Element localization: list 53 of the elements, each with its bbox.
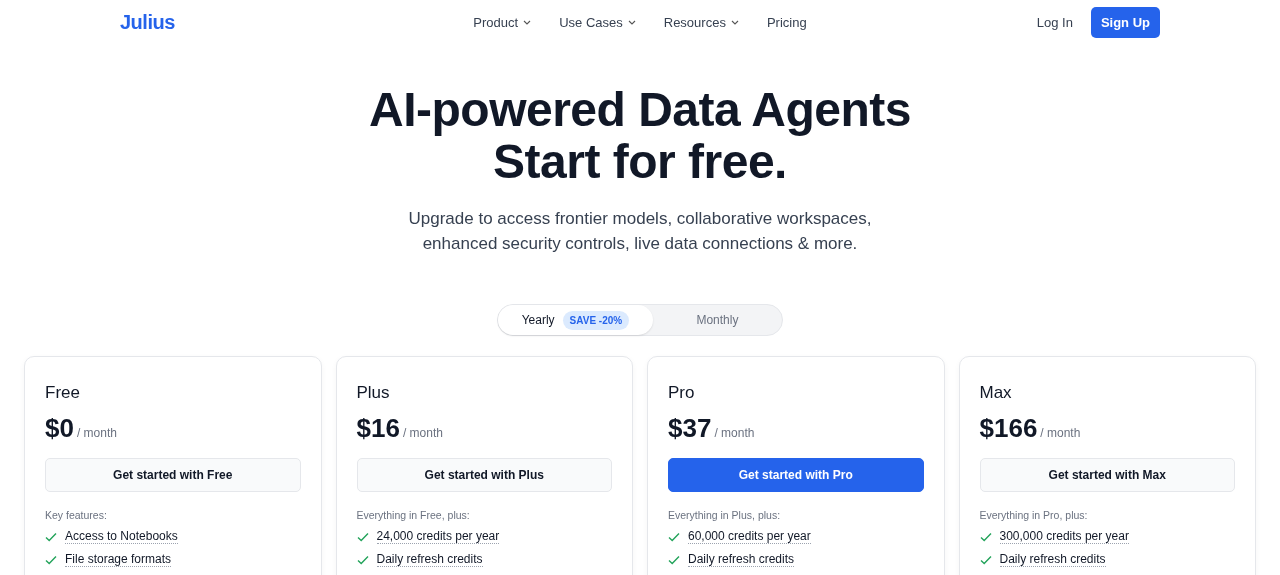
billing-label: Yearly <box>521 313 555 327</box>
check-icon <box>979 554 992 565</box>
chevron-down-icon <box>523 19 532 25</box>
get-started-button[interactable]: Get started with Plus <box>356 458 612 492</box>
check-icon <box>45 531 57 542</box>
nav-link[interactable]: Product <box>473 14 532 30</box>
hero-subtitle: Upgrade to access frontier models, collaborative workspaces, enhanced security controls, live data connections & more. <box>407 208 873 255</box>
price-period: / month <box>76 426 117 440</box>
billing-option[interactable]: Monthly <box>652 305 782 335</box>
check-icon <box>45 554 57 565</box>
price-period: / month <box>402 426 443 440</box>
check-icon <box>668 531 680 542</box>
get-started-button[interactable]: Get started with Pro <box>668 458 924 492</box>
features-intro: Everything in Pro, plus: <box>979 509 1089 521</box>
feature-text: File storage formats <box>65 552 172 567</box>
feature-text: Daily refresh credits <box>688 552 795 567</box>
check-icon <box>356 554 369 565</box>
feature-text: 60,000 credits per year <box>688 529 811 544</box>
discount-badge: SAVE -20% <box>562 310 630 330</box>
chevron-down-icon <box>730 19 739 25</box>
features-intro: Key features: <box>45 509 108 521</box>
feature-text: 300,000 credits per year <box>999 529 1129 544</box>
check-icon <box>668 554 680 565</box>
chevron-down-icon <box>627 19 636 25</box>
nav-link[interactable]: Resources <box>663 14 739 30</box>
feature-text: 24,000 credits per year <box>376 529 500 544</box>
features-intro: Everything in Plus, plus: <box>668 509 782 521</box>
billing-option[interactable]: Yearly SAVE -20% <box>498 305 653 335</box>
plan-price: $16 <box>356 413 400 444</box>
plan-name: Pro <box>668 383 696 403</box>
plan-name: Plus <box>356 383 391 403</box>
price-period: / month <box>714 426 755 440</box>
plan-price: $166 <box>979 413 1038 444</box>
plan-price: $37 <box>668 413 712 444</box>
nav-link[interactable]: Pricing <box>766 14 807 30</box>
hero-title: AI-powered Data Agents Start for free. <box>368 84 912 188</box>
feature-text: Daily refresh credits <box>376 552 483 567</box>
check-icon <box>979 531 992 542</box>
logo[interactable]: Julius <box>120 10 460 34</box>
check-icon <box>356 531 369 542</box>
billing-label: Monthly <box>696 313 739 327</box>
get-started-button[interactable]: Get started with Free <box>45 458 301 492</box>
feature-text: Access to Notebooks <box>65 529 178 544</box>
login-link[interactable]: Log In <box>1036 14 1073 30</box>
features-intro: Everything in Free, plus: <box>356 509 471 521</box>
price-period: / month <box>1040 426 1081 440</box>
plan-name: Max <box>979 383 1013 403</box>
feature-text: Daily refresh credits <box>999 552 1106 567</box>
signup-button[interactable]: Sign Up <box>1090 6 1160 38</box>
nav-link[interactable]: Use Cases <box>559 14 636 30</box>
plan-name: Free <box>45 383 81 403</box>
plan-price: $0 <box>45 413 74 444</box>
get-started-button[interactable]: Get started with Max <box>979 458 1235 492</box>
